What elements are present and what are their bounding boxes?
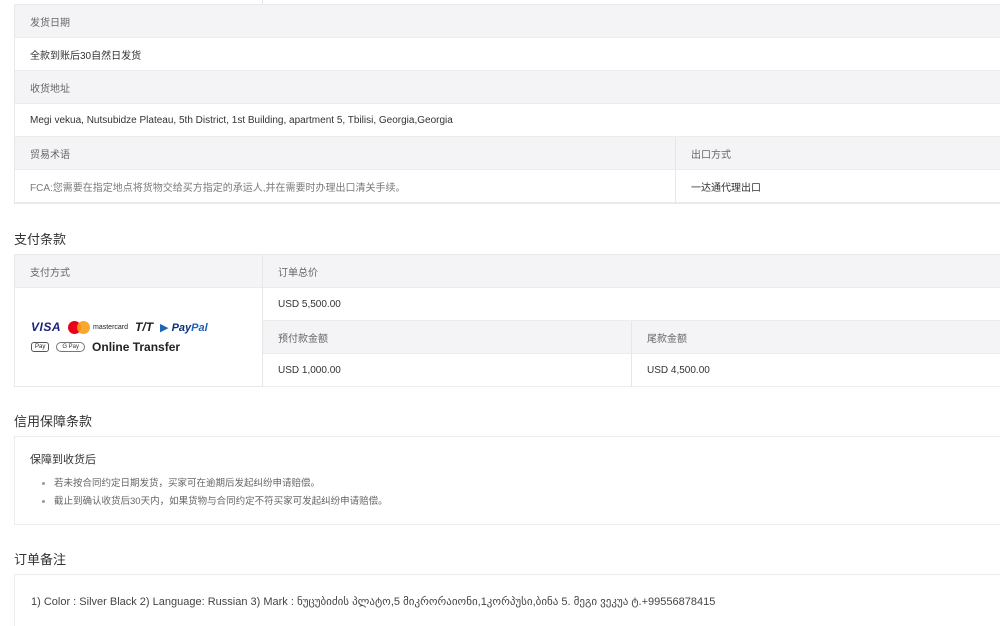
ship-date-label: 发货日期: [15, 5, 1000, 38]
export-method-value: 一达通代理出口: [676, 170, 1000, 203]
balance-value: USD 4,500.00: [632, 354, 1000, 387]
order-total-value: USD 5,500.00: [263, 288, 1000, 321]
paypal-text-b: Pal: [191, 321, 208, 334]
payment-amounts-column: 订单总价 USD 5,500.00 预付款金额 尾款金额 USD 1,000.0…: [263, 255, 1000, 387]
payment-method-label: 支付方式: [15, 255, 262, 288]
export-method-label: 出口方式: [676, 137, 1000, 170]
mastercard-icon: [68, 320, 91, 334]
trade-terms-value: FCA:您需要在指定地点将货物交给买方指定的承运人,并在需要时办理出口清关手续。: [15, 170, 676, 203]
payment-methods-row-1: VISA mastercard T/T ▶ PayPal: [31, 317, 251, 337]
credit-box: 保障到收货后 若未按合同约定日期发货，买家可在逾期后发起纠纷申请赔偿。 截止到确…: [14, 436, 1000, 525]
visa-logo: VISA: [31, 320, 62, 334]
order-notes-text: 1) Color : Silver Black 2) Language: Rus…: [31, 596, 716, 608]
deposit-label: 预付款金额: [263, 321, 632, 354]
shipping-table: 发货日期 全款到账后30自然日发货 收货地址 Megi vekua, Nutsu…: [14, 4, 1000, 204]
credit-list: 若未按合同约定日期发货，买家可在逾期后发起纠纷申请赔偿。 截止到确认收货后30天…: [42, 477, 388, 513]
payment-terms-title: 支付条款: [14, 232, 67, 247]
amount-values: USD 1,000.00 USD 4,500.00: [263, 354, 1000, 387]
order-notes-title: 订单备注: [14, 552, 67, 567]
trade-export-values: FCA:您需要在指定地点将货物交给买方指定的承运人,并在需要时办理出口清关手续。…: [15, 170, 1000, 203]
trade-export-header: 贸易术语 出口方式: [15, 137, 1000, 170]
ship-date-value: 全款到账后30自然日发货: [15, 38, 1000, 71]
address-label: 收货地址: [15, 71, 1000, 104]
google-pay-icon: G Pay: [56, 342, 86, 352]
paypal-text-a: Pay: [171, 321, 192, 334]
order-total-label: 订单总价: [263, 255, 1000, 288]
payment-method-column: 支付方式 VISA mastercard T/T ▶ PayPal Pay G …: [15, 255, 263, 386]
order-details-page: 发货日期 全款到账后30自然日发货 收货地址 Megi vekua, Nutsu…: [0, 0, 1000, 626]
deposit-value: USD 1,000.00: [263, 354, 632, 387]
credit-terms-title: 信用保障条款: [14, 414, 93, 429]
paypal-logo: ▶ PayPal: [160, 321, 208, 334]
list-item: 截止到确认收货后30天内，如果货物与合同约定不符买家可发起纠纷申请赔偿。: [42, 495, 388, 513]
mastercard-label: mastercard: [93, 323, 129, 331]
tt-logo: T/T: [135, 320, 154, 334]
online-transfer-label: Online Transfer: [92, 340, 181, 354]
amount-labels: 预付款金额 尾款金额: [263, 321, 1000, 354]
payment-methods: VISA mastercard T/T ▶ PayPal Pay G Pay O…: [31, 317, 251, 357]
trade-terms-label: 贸易术语: [15, 137, 676, 170]
order-notes-box: 1) Color : Silver Black 2) Language: Rus…: [14, 574, 1000, 626]
balance-label: 尾款金额: [632, 321, 1000, 354]
payment-table: 支付方式 VISA mastercard T/T ▶ PayPal Pay G …: [14, 254, 1000, 387]
credit-subtitle: 保障到收货后: [30, 454, 96, 466]
apple-pay-icon: Pay: [31, 342, 50, 352]
payment-methods-row-2: Pay G Pay Online Transfer: [31, 337, 251, 357]
address-value: Megi vekua, Nutsubidze Plateau, 5th Dist…: [15, 104, 1000, 137]
paypal-icon: ▶: [160, 321, 169, 334]
list-item: 若未按合同约定日期发货，买家可在逾期后发起纠纷申请赔偿。: [42, 477, 388, 495]
